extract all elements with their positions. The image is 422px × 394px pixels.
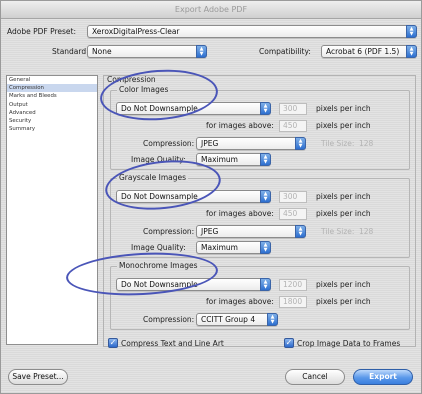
standard-label: Standard: [52, 47, 89, 56]
preset-value: XeroxDigitalPress-Clear [92, 27, 180, 36]
popup-arrows-icon: ▲ ▼ [260, 153, 271, 166]
color-above-field[interactable]: 450 [279, 120, 307, 132]
grayscale-quality-label: Image Quality: [131, 243, 186, 252]
color-ppi-unit: pixels per inch [316, 104, 371, 113]
crop-image-checkbox[interactable]: ✓ [284, 338, 294, 348]
cancel-button[interactable]: Cancel [285, 369, 345, 385]
popup-arrows-icon: ▲ ▼ [406, 25, 417, 38]
sidebar-item-summary[interactable]: Summary [7, 125, 97, 133]
color-ppi-field[interactable]: 300 [279, 103, 307, 115]
compress-text-checkbox[interactable]: ✓ [108, 338, 118, 348]
preset-popup[interactable]: XeroxDigitalPress-Clear ▲ ▼ [87, 25, 417, 38]
color-tile-value: 128 [359, 139, 374, 148]
sidebar-item-advanced[interactable]: Advanced [7, 109, 97, 117]
popup-arrows-icon: ▲ ▼ [260, 190, 271, 203]
grayscale-quality-popup[interactable]: Maximum ▲ ▼ [196, 241, 271, 254]
color-compression-value: JPEG [201, 139, 219, 148]
grayscale-compression-label: Compression: [143, 227, 195, 236]
grayscale-ppi-unit: pixels per inch [316, 192, 371, 201]
popup-arrows-icon: ▲ ▼ [260, 278, 271, 291]
compatibility-popup[interactable]: Acrobat 6 (PDF 1.5) ▲ ▼ [321, 45, 417, 58]
save-preset-button[interactable]: Save Preset... [8, 369, 68, 385]
crop-image-label: Crop Image Data to Frames [297, 339, 401, 348]
compress-text-label: Compress Text and Line Art [121, 339, 224, 348]
standard-popup[interactable]: None ▲ ▼ [87, 45, 207, 58]
grayscale-tile-value: 128 [359, 227, 374, 236]
monochrome-above-field[interactable]: 1800 [279, 296, 307, 308]
popup-arrows-icon: ▲ ▼ [196, 45, 207, 58]
compatibility-value: Acrobat 6 (PDF 1.5) [326, 47, 400, 56]
grayscale-compression-value: JPEG [201, 227, 219, 236]
monochrome-above-unit: pixels per inch [316, 297, 371, 306]
export-pdf-dialog: Export Adobe PDF Adobe PDF Preset: Xerox… [0, 0, 422, 394]
popup-arrows-icon: ▲ ▼ [260, 241, 271, 254]
color-compression-label: Compression: [143, 139, 195, 148]
color-quality-value: Maximum [201, 155, 238, 164]
grayscale-above-label: for images above: [206, 209, 274, 218]
window-title: Export Adobe PDF [1, 1, 421, 19]
color-above-unit: pixels per inch [316, 121, 371, 130]
grayscale-above-field[interactable]: 450 [279, 208, 307, 220]
popup-arrows-icon: ▲ ▼ [295, 137, 306, 150]
popup-arrows-icon: ▲ ▼ [406, 45, 417, 58]
color-above-label: for images above: [206, 121, 274, 130]
sidebar-item-output[interactable]: Output [7, 101, 97, 109]
export-button[interactable]: Export [353, 369, 413, 385]
monochrome-above-label: for images above: [206, 297, 274, 306]
monochrome-compression-value: CCITT Group 4 [201, 315, 256, 324]
grayscale-above-unit: pixels per inch [316, 209, 371, 218]
color-compression-popup[interactable]: JPEG ▲ ▼ [196, 137, 306, 150]
standard-value: None [92, 47, 112, 56]
sidebar-item-general[interactable]: General [7, 76, 97, 84]
sidebar-item-compression[interactable]: Compression [7, 84, 97, 93]
color-tile-label: Tile Size: [321, 139, 355, 148]
popup-arrows-icon: ▲ ▼ [267, 313, 278, 326]
monochrome-compression-popup[interactable]: CCITT Group 4 ▲ ▼ [196, 313, 278, 326]
grayscale-tile-label: Tile Size: [321, 227, 355, 236]
popup-arrows-icon: ▲ ▼ [295, 225, 306, 238]
compatibility-label: Compatibility: [259, 47, 311, 56]
popup-arrows-icon: ▲ ▼ [260, 102, 271, 115]
sidebar-item-security[interactable]: Security [7, 117, 97, 125]
grayscale-compression-popup[interactable]: JPEG ▲ ▼ [196, 225, 306, 238]
monochrome-ppi-field[interactable]: 1200 [279, 279, 307, 291]
sidebar-category-list: General Compression Marks and Bleeds Out… [6, 75, 98, 345]
monochrome-compression-label: Compression: [143, 315, 195, 324]
sidebar-item-marks-and-bleeds[interactable]: Marks and Bleeds [7, 92, 97, 100]
grayscale-ppi-field[interactable]: 300 [279, 191, 307, 203]
preset-label: Adobe PDF Preset: [7, 27, 77, 36]
grayscale-quality-value: Maximum [201, 243, 238, 252]
monochrome-ppi-unit: pixels per inch [316, 280, 371, 289]
color-quality-popup[interactable]: Maximum ▲ ▼ [196, 153, 271, 166]
